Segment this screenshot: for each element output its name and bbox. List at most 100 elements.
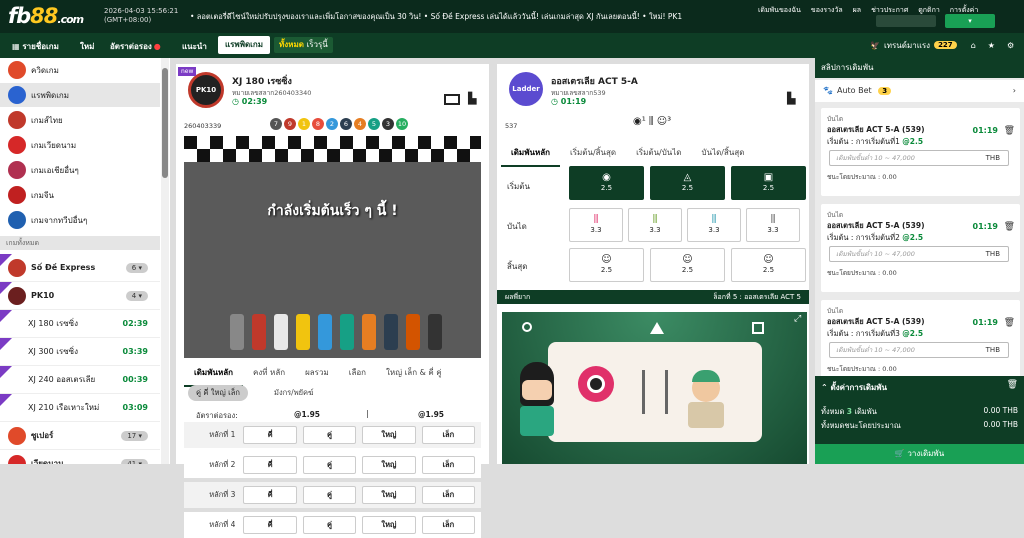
expand-icon[interactable]: ⤢ (794, 314, 801, 324)
odds-cell[interactable]: ⫼ 3.3 (628, 208, 682, 242)
odds-cell[interactable]: ☺ 2.5 (731, 248, 806, 282)
game-icon (8, 454, 26, 464)
ladder-tabs: เดิมพันหลัก เริ่มต้น/สิ้นสุด เริ่มต้น/บันไ… (501, 140, 754, 167)
tab-1[interactable]: เริ่มต้น/สิ้นสุด (560, 140, 626, 167)
place-bet-button[interactable]: 🛒 วางเดิมพัน (815, 444, 1024, 464)
gear-icon[interactable]: ⚙ (1007, 41, 1014, 50)
sidebar-scrollbar[interactable] (161, 58, 169, 464)
main-nav: ▦ รายชื่อเกม ใหม่ อัตราต่อรอง ● แนะนำ แรพ… (0, 33, 1024, 58)
nav-recommend[interactable]: แนะนำ (182, 40, 207, 53)
tab-fast[interactable]: ทั้งหมด เร็วรุนี้ (274, 37, 333, 53)
game-count[interactable]: 41 ▾ (121, 458, 148, 464)
bet-button[interactable]: ใหญ่ (362, 426, 416, 444)
sidebar-game[interactable]: เวียดนาม 41 ▾ (0, 450, 160, 464)
odds-cell[interactable]: ⫼ 3.3 (746, 208, 800, 242)
sidebar-item-1[interactable]: แรพพิดเกม (0, 83, 160, 107)
end-label: สิ้นสุด (507, 262, 528, 271)
bet-button[interactable]: คี่ (243, 516, 297, 534)
countdown: ◷ 02:39 (232, 97, 268, 106)
race-message: กำลังเริ่มต้นเร็ว ๆ นี้ ! (267, 203, 398, 219)
bet-button[interactable]: คี่ (243, 486, 297, 504)
bet-button[interactable]: คู่ (302, 456, 357, 474)
stake-input[interactable]: เดิมพันขั้นต่ำ 10 ~ 47,000 (829, 342, 1009, 358)
game-count[interactable]: 6 ▾ (125, 262, 148, 273)
trending[interactable]: 🦅 เทรนด์มาแรง 227 ⌂ ★ ⚙ (870, 37, 1014, 53)
tab-2[interactable]: ผลรวม (295, 360, 339, 387)
category-icon (8, 61, 26, 79)
stake-input[interactable]: เดิมพันขั้นต่ำ 10 ~ 47,000 (829, 150, 1009, 166)
tab-4[interactable]: ใหญ่ เล็ก & คี่ คู่ (376, 360, 452, 387)
sidebar-subgame[interactable]: XJ 180 เรซซิ่ง 02:39 (0, 310, 160, 338)
est-label: ทั้งหมดชนะโดยประมาณ (821, 421, 901, 430)
home-icon[interactable]: ⌂ (971, 41, 976, 50)
tab-3[interactable]: บันได/สิ้นสุด (692, 140, 755, 167)
sidebar-subgame[interactable]: XJ 210 เรือเหาะใหม่ 03:09 (0, 394, 160, 422)
trash-icon[interactable]: 🗑 (1004, 318, 1015, 328)
sidebar-item-4[interactable]: เกมเอเชียอื่นๆ (0, 158, 160, 182)
sidebar-item-6[interactable]: เกมจากทวีปอื่นๆ (0, 208, 160, 232)
fb88-logo[interactable]: fb88.com (8, 4, 84, 28)
lang-button[interactable]: ▾ (945, 14, 995, 28)
bet-button[interactable]: ใหญ่ (362, 456, 416, 474)
sidebar-subgame[interactable]: XJ 300 เรซซิ่ง 03:39 (0, 338, 160, 366)
sidebar-game[interactable]: Số Đề Express 6 ▾ (0, 254, 160, 282)
odds-cell[interactable]: ◉ 2.5 (569, 166, 644, 200)
sidebar-item-0[interactable]: ควิดเกม (0, 58, 160, 82)
bet-button[interactable]: ใหญ่ (362, 516, 416, 534)
bet-button[interactable]: คู่ (302, 516, 357, 534)
video-icon[interactable] (444, 94, 460, 105)
nav-game-list[interactable]: ▦ รายชื่อเกม (12, 40, 59, 53)
odds-cell[interactable]: ⫼ 3.3 (569, 208, 623, 242)
tab-2[interactable]: เริ่มต้น/บันได (626, 140, 691, 167)
summary-title[interactable]: ⌃ ตั้งค่าการเดิมพัน (821, 381, 887, 394)
nav-new[interactable]: ใหม่ (80, 40, 94, 53)
odds-a: @1.95 (294, 410, 321, 419)
star-icon[interactable]: ★ (988, 41, 995, 50)
panel-title: ออสเตรเลีย ACT 5-A (551, 77, 638, 87)
odds-cell[interactable]: ⫼ 3.3 (687, 208, 741, 242)
trash-icon[interactable]: 🗑 (1004, 126, 1015, 136)
sidebar-game[interactable]: PK10 4 ▾ (0, 282, 160, 310)
sidebar-item-2[interactable]: เกมส์ไทย (0, 108, 160, 132)
bet-button[interactable]: คู่ (302, 426, 357, 444)
new-tag: new (178, 67, 197, 76)
tab-rapid-game[interactable]: แรพพิดเกม (218, 36, 270, 54)
bet-button[interactable]: เล็ก (421, 426, 476, 444)
tab-3[interactable]: เลือก (339, 360, 376, 387)
pill-dragon-tiger[interactable]: มังกร/พยัคฆ์ (266, 385, 322, 401)
pill-odd-even[interactable]: คู่ คี่ ใหญ่ เล็ก (188, 385, 248, 401)
sidebar-item-3[interactable]: เกมเวียดนาม (0, 133, 160, 157)
odds-cell[interactable]: ▣ 2.5 (731, 166, 806, 200)
bet-button[interactable]: เล็ก (421, 516, 476, 534)
trash-icon[interactable]: 🗑 (1007, 380, 1018, 390)
chevron-right-icon: › (1012, 86, 1016, 95)
bet-button[interactable]: คี่ (243, 456, 297, 474)
bet-button[interactable]: คี่ (243, 426, 297, 444)
tab-1[interactable]: คงที่ หลัก (243, 360, 295, 387)
chart-icon[interactable]: ▙ (468, 92, 476, 105)
trash-icon[interactable]: 🗑 (1004, 222, 1015, 232)
nav-odds[interactable]: อัตราต่อรอง ● (110, 40, 161, 53)
chart-icon[interactable]: ▙ (787, 92, 795, 105)
link-my-bets[interactable]: เดิมพันของฉัน (758, 5, 801, 16)
game-count[interactable]: 4 ▾ (125, 290, 148, 301)
stake-input[interactable]: เดิมพันขั้นต่ำ 10 ~ 47,000 (829, 246, 1009, 262)
tab-0[interactable]: เดิมพันหลัก (501, 140, 560, 167)
odds-cell[interactable]: ☺ 2.5 (569, 248, 644, 282)
game-count[interactable]: 17 ▾ (121, 430, 148, 441)
sidebar-subgame[interactable]: XJ 240 ออสเตรเลีย 00:39 (0, 366, 160, 394)
bet-button[interactable]: เล็ก (421, 486, 476, 504)
auto-bet[interactable]: 🐾 Auto Bet 3 › (815, 80, 1024, 102)
sidebar-item-5[interactable]: เกมจีน (0, 183, 160, 207)
section-label: เกมทั้งหมด (0, 236, 160, 250)
sidebar-game[interactable]: ซูเปอร์ 17 ▾ (0, 422, 160, 450)
odds-cell[interactable]: ◬ 2.5 (650, 166, 725, 200)
category-icon (8, 186, 26, 204)
link-results[interactable]: ผล (853, 5, 861, 16)
bet-button[interactable]: คู่ (302, 486, 357, 504)
tab-0[interactable]: เดิมพันหลัก (184, 360, 243, 387)
bet-button[interactable]: เล็ก (421, 456, 476, 474)
odds-cell[interactable]: ☺ 2.5 (650, 248, 725, 282)
bet-button[interactable]: ใหญ่ (362, 486, 416, 504)
link-rewards[interactable]: ของรางวัล (811, 5, 843, 16)
